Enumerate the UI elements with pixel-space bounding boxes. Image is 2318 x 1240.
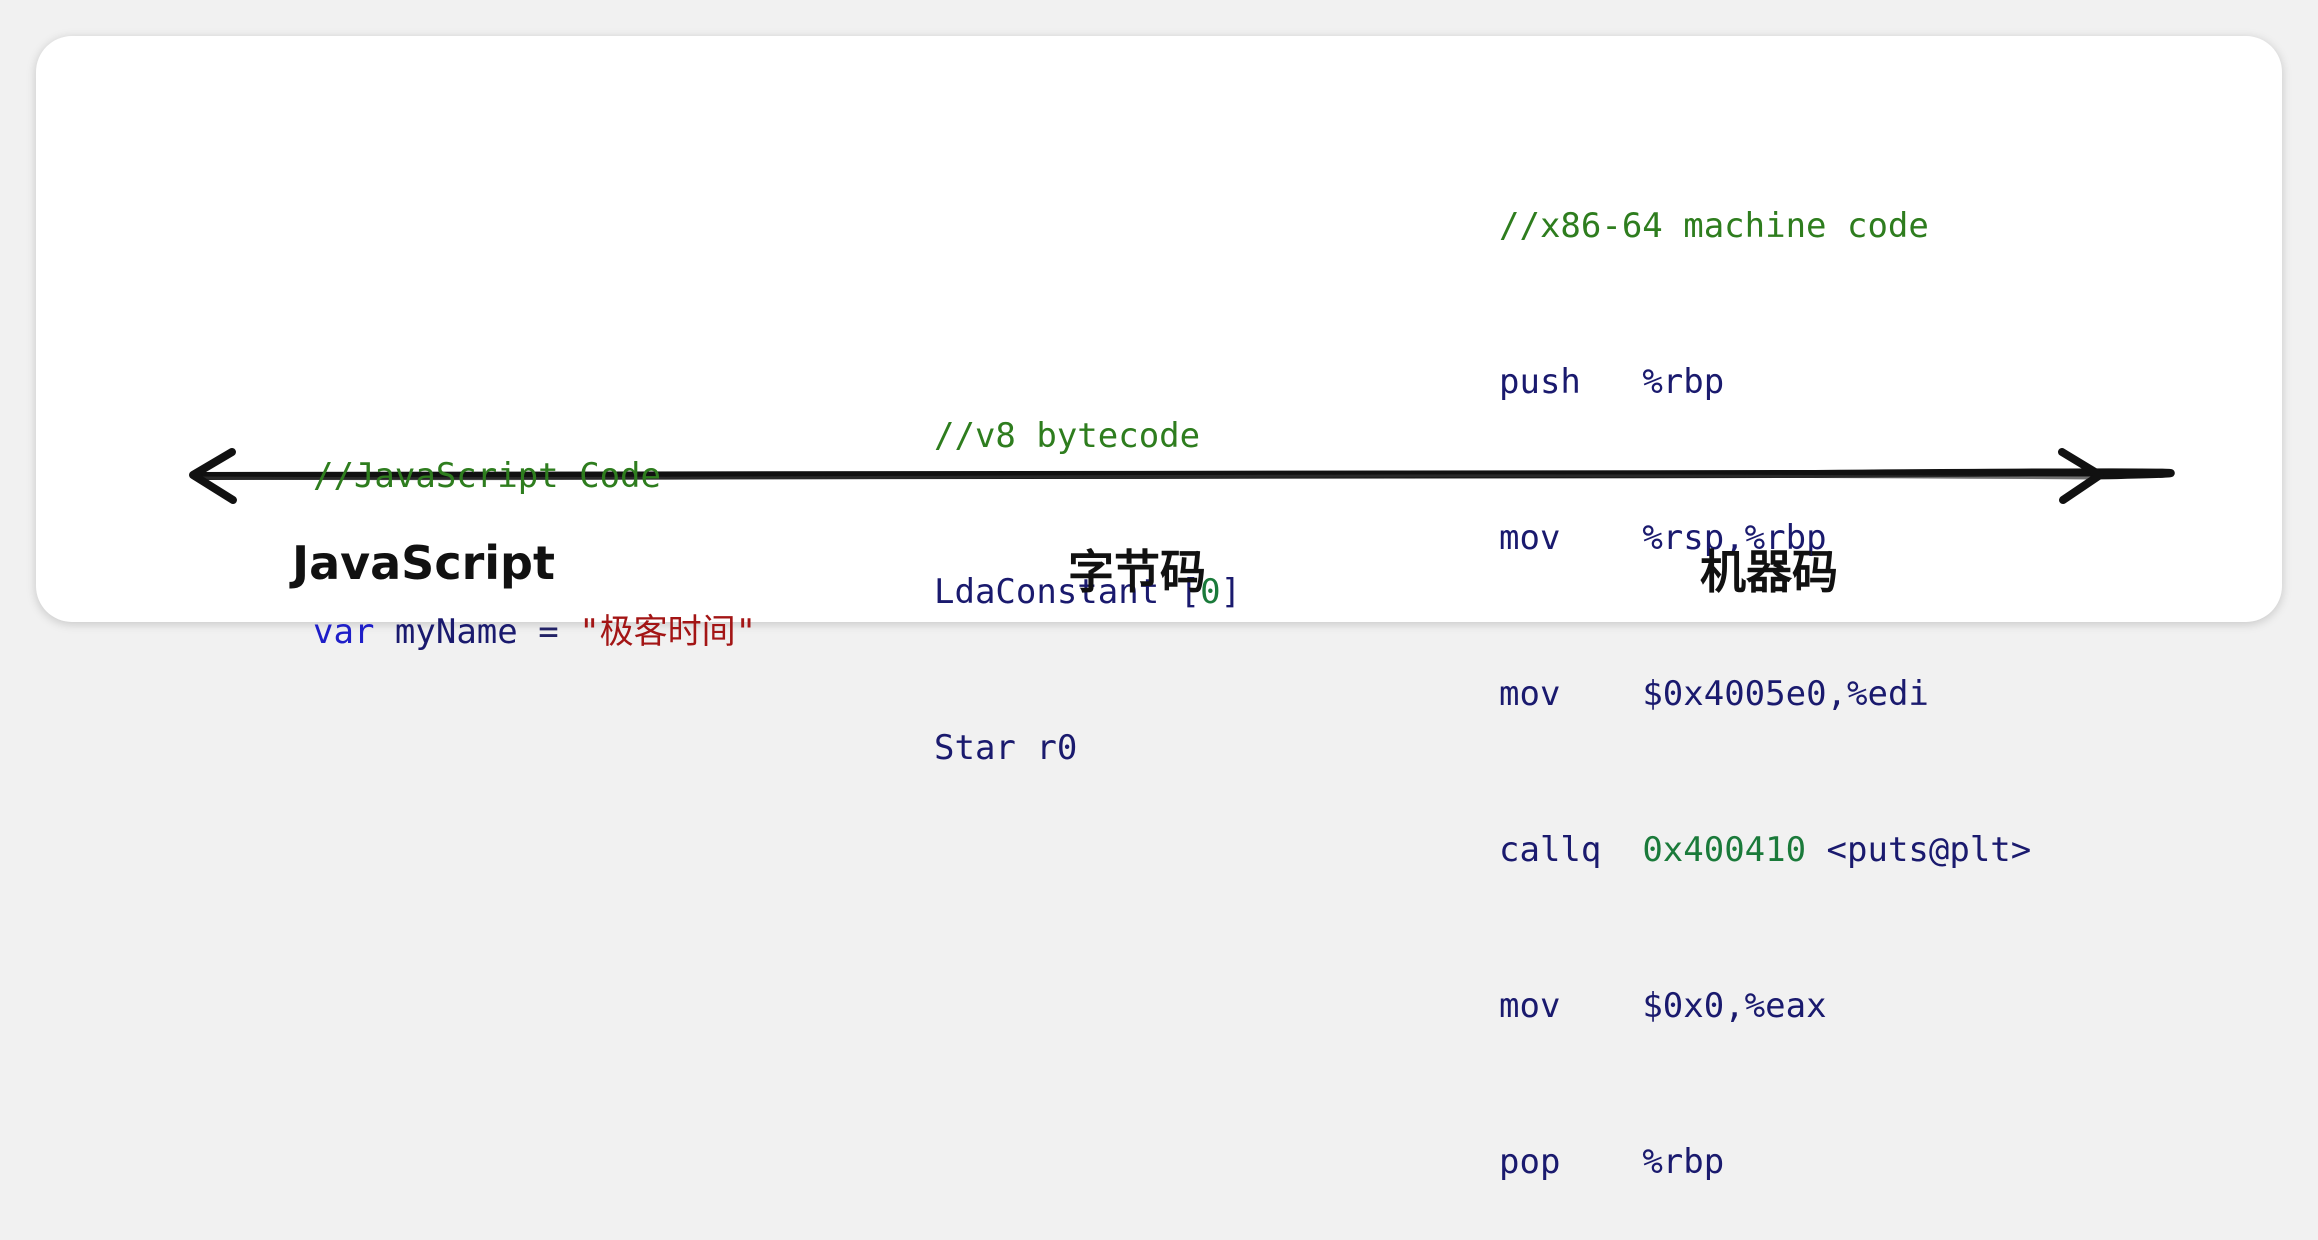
label-machine-code: 机器码 (1700, 545, 1838, 599)
opcode: mov (1499, 986, 1561, 1026)
javascript-code-block: //JavaScript Code var myName = "极客时间" (313, 346, 756, 710)
string-literal: "极客时间" (579, 612, 757, 652)
bytecode-line-star: Star r0 (934, 728, 1078, 768)
call-address: 0x400410 (1642, 830, 1807, 870)
machine-code-block: //x86-64 machine code push %rbp mov %rsp… (1499, 96, 2031, 1240)
operands: %rbp (1642, 362, 1725, 402)
opcode: mov (1499, 674, 1561, 714)
opcode: callq (1499, 830, 1602, 870)
bracket-close: ] (1220, 572, 1242, 612)
machine-line-push: push %rbp (1499, 356, 2031, 408)
javascript-statement: var myName = "极客时间" (313, 606, 756, 658)
javascript-comment: //JavaScript Code (313, 456, 661, 496)
opcode: push (1499, 362, 1581, 402)
operands: $0x4005e0,%edi (1642, 674, 1929, 714)
machine-line-pop: pop %rbp (1499, 1136, 2031, 1188)
machine-code-comment: //x86-64 machine code (1499, 206, 1929, 246)
machine-line-callq: callq 0x400410 <puts@plt> (1499, 824, 2031, 876)
operands: $0x0,%eax (1642, 986, 1827, 1026)
assign-operator: = (538, 612, 559, 652)
machine-line-mov-eax: mov $0x0,%eax (1499, 980, 2031, 1032)
label-bytecode: 字节码 (1068, 545, 1206, 599)
opcode: mov (1499, 518, 1561, 558)
operands: %rbp (1642, 1142, 1725, 1182)
label-javascript: JavaScript (292, 536, 555, 590)
opcode: pop (1499, 1142, 1561, 1182)
machine-line-mov-edi: mov $0x4005e0,%edi (1499, 668, 2031, 720)
keyword-var: var (313, 612, 375, 652)
call-symbol: <puts@plt> (1806, 830, 2032, 870)
bytecode-comment: //v8 bytecode (934, 416, 1201, 456)
identifier-myname: myName (394, 612, 518, 652)
